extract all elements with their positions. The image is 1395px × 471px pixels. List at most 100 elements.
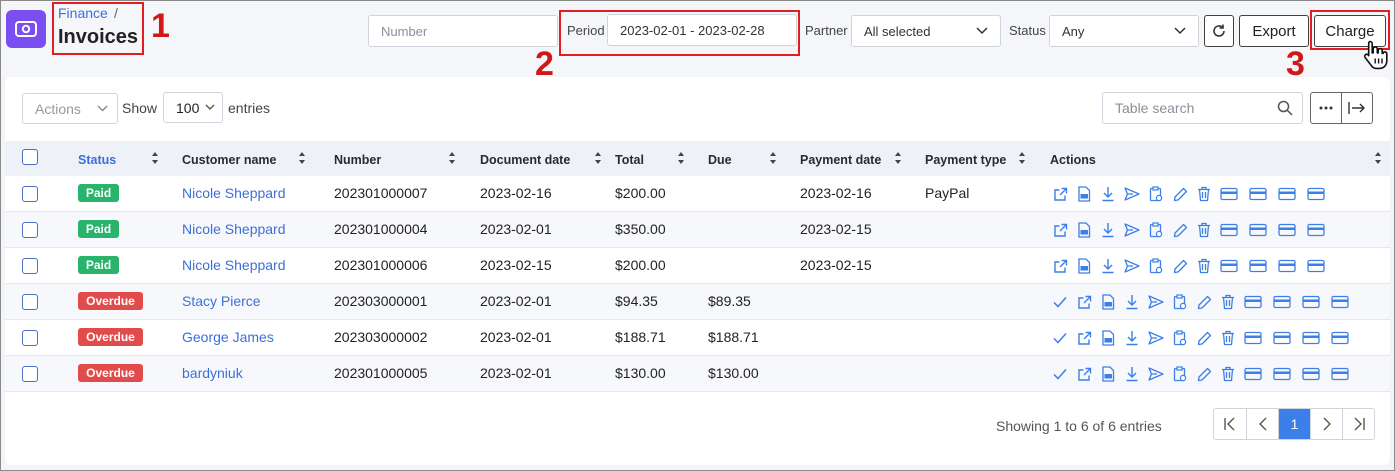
trash-icon[interactable] [1196, 186, 1212, 202]
page-1-button[interactable]: 1 [1278, 409, 1310, 439]
external-link-icon[interactable] [1052, 258, 1068, 274]
more-options-button[interactable] [1311, 93, 1341, 123]
customer-name-link[interactable]: Nicole Sheppard [182, 221, 286, 237]
row-checkbox[interactable] [22, 294, 38, 310]
clipboard-icon[interactable] [1148, 258, 1164, 274]
sort-icon[interactable] [769, 151, 777, 165]
card-icon[interactable] [1331, 330, 1349, 346]
card-icon[interactable] [1278, 186, 1296, 202]
edit-icon[interactable] [1196, 366, 1212, 382]
external-link-icon[interactable] [1076, 294, 1092, 310]
external-link-icon[interactable] [1076, 366, 1092, 382]
send-icon[interactable] [1124, 222, 1140, 238]
edit-icon[interactable] [1172, 258, 1188, 274]
trash-icon[interactable] [1220, 330, 1236, 346]
column-header-payment-type[interactable]: Payment type [925, 153, 1006, 167]
card-icon[interactable] [1244, 330, 1262, 346]
download-icon[interactable] [1124, 294, 1140, 310]
card-icon[interactable] [1220, 186, 1238, 202]
send-icon[interactable] [1124, 258, 1140, 274]
pdf-icon[interactable] [1100, 294, 1116, 310]
sort-icon[interactable] [1018, 151, 1026, 165]
clipboard-icon[interactable] [1148, 186, 1164, 202]
sort-icon[interactable] [448, 151, 456, 165]
customer-name-link[interactable]: Nicole Sheppard [182, 257, 286, 273]
sort-icon[interactable] [594, 151, 602, 165]
trash-icon[interactable] [1220, 294, 1236, 310]
download-icon[interactable] [1100, 258, 1116, 274]
external-link-icon[interactable] [1052, 186, 1068, 202]
trash-icon[interactable] [1196, 222, 1212, 238]
card-icon[interactable] [1307, 222, 1325, 238]
card-icon[interactable] [1273, 366, 1291, 382]
entries-per-page-select[interactable]: 100 [163, 92, 223, 123]
edit-icon[interactable] [1172, 186, 1188, 202]
pdf-icon[interactable] [1100, 366, 1116, 382]
send-icon[interactable] [1124, 186, 1140, 202]
export-button[interactable]: Export [1239, 15, 1309, 47]
card-icon[interactable] [1278, 222, 1296, 238]
customer-name-link[interactable]: George James [182, 329, 274, 345]
number-filter-input[interactable]: Number [368, 15, 558, 47]
row-checkbox[interactable] [22, 222, 38, 238]
status-select[interactable]: Any [1049, 15, 1199, 47]
customer-name-link[interactable]: bardyniuk [182, 365, 243, 381]
sort-icon[interactable] [1374, 151, 1382, 165]
table-search-input[interactable]: Table search [1102, 92, 1303, 124]
pdf-icon[interactable] [1076, 258, 1092, 274]
next-page-button[interactable] [1310, 409, 1342, 439]
column-header-document-date[interactable]: Document date [480, 153, 570, 167]
card-icon[interactable] [1220, 258, 1238, 274]
edit-icon[interactable] [1196, 294, 1212, 310]
send-icon[interactable] [1148, 330, 1164, 346]
column-header-due[interactable]: Due [708, 153, 732, 167]
card-icon[interactable] [1249, 186, 1267, 202]
pdf-icon[interactable] [1100, 330, 1116, 346]
card-icon[interactable] [1273, 330, 1291, 346]
row-checkbox[interactable] [22, 186, 38, 202]
row-checkbox[interactable] [22, 258, 38, 274]
card-icon[interactable] [1302, 330, 1320, 346]
bulk-actions-dropdown[interactable]: Actions [22, 93, 118, 124]
clipboard-icon[interactable] [1172, 330, 1188, 346]
trash-icon[interactable] [1220, 366, 1236, 382]
card-icon[interactable] [1249, 222, 1267, 238]
external-link-icon[interactable] [1052, 222, 1068, 238]
download-icon[interactable] [1124, 330, 1140, 346]
trash-icon[interactable] [1196, 258, 1212, 274]
finance-app-icon[interactable] [6, 10, 46, 48]
card-icon[interactable] [1244, 294, 1262, 310]
check-icon[interactable] [1052, 330, 1068, 346]
partner-select[interactable]: All selected [851, 15, 1001, 47]
card-icon[interactable] [1331, 366, 1349, 382]
download-icon[interactable] [1100, 186, 1116, 202]
card-icon[interactable] [1307, 258, 1325, 274]
first-page-button[interactable] [1214, 409, 1246, 439]
send-icon[interactable] [1148, 366, 1164, 382]
clipboard-icon[interactable] [1172, 294, 1188, 310]
last-page-button[interactable] [1342, 409, 1374, 439]
card-icon[interactable] [1302, 366, 1320, 382]
card-icon[interactable] [1278, 258, 1296, 274]
column-header-actions[interactable]: Actions [1050, 153, 1096, 167]
check-icon[interactable] [1052, 366, 1068, 382]
sort-icon[interactable] [677, 151, 685, 165]
column-header-status[interactable]: Status [78, 153, 116, 167]
sort-icon[interactable] [298, 151, 306, 165]
row-checkbox[interactable] [22, 366, 38, 382]
card-icon[interactable] [1273, 294, 1291, 310]
pdf-icon[interactable] [1076, 222, 1092, 238]
card-icon[interactable] [1302, 294, 1320, 310]
edit-icon[interactable] [1172, 222, 1188, 238]
customer-name-link[interactable]: Stacy Pierce [182, 293, 261, 309]
refresh-button[interactable] [1204, 15, 1234, 47]
column-header-payment-date[interactable]: Payment date [800, 153, 881, 167]
clipboard-icon[interactable] [1172, 366, 1188, 382]
download-icon[interactable] [1100, 222, 1116, 238]
edit-icon[interactable] [1196, 330, 1212, 346]
card-icon[interactable] [1220, 222, 1238, 238]
card-icon[interactable] [1307, 186, 1325, 202]
breadcrumb-finance-link[interactable]: Finance [58, 5, 108, 21]
column-header-customer-name[interactable]: Customer name [182, 153, 276, 167]
column-header-total[interactable]: Total [615, 153, 644, 167]
